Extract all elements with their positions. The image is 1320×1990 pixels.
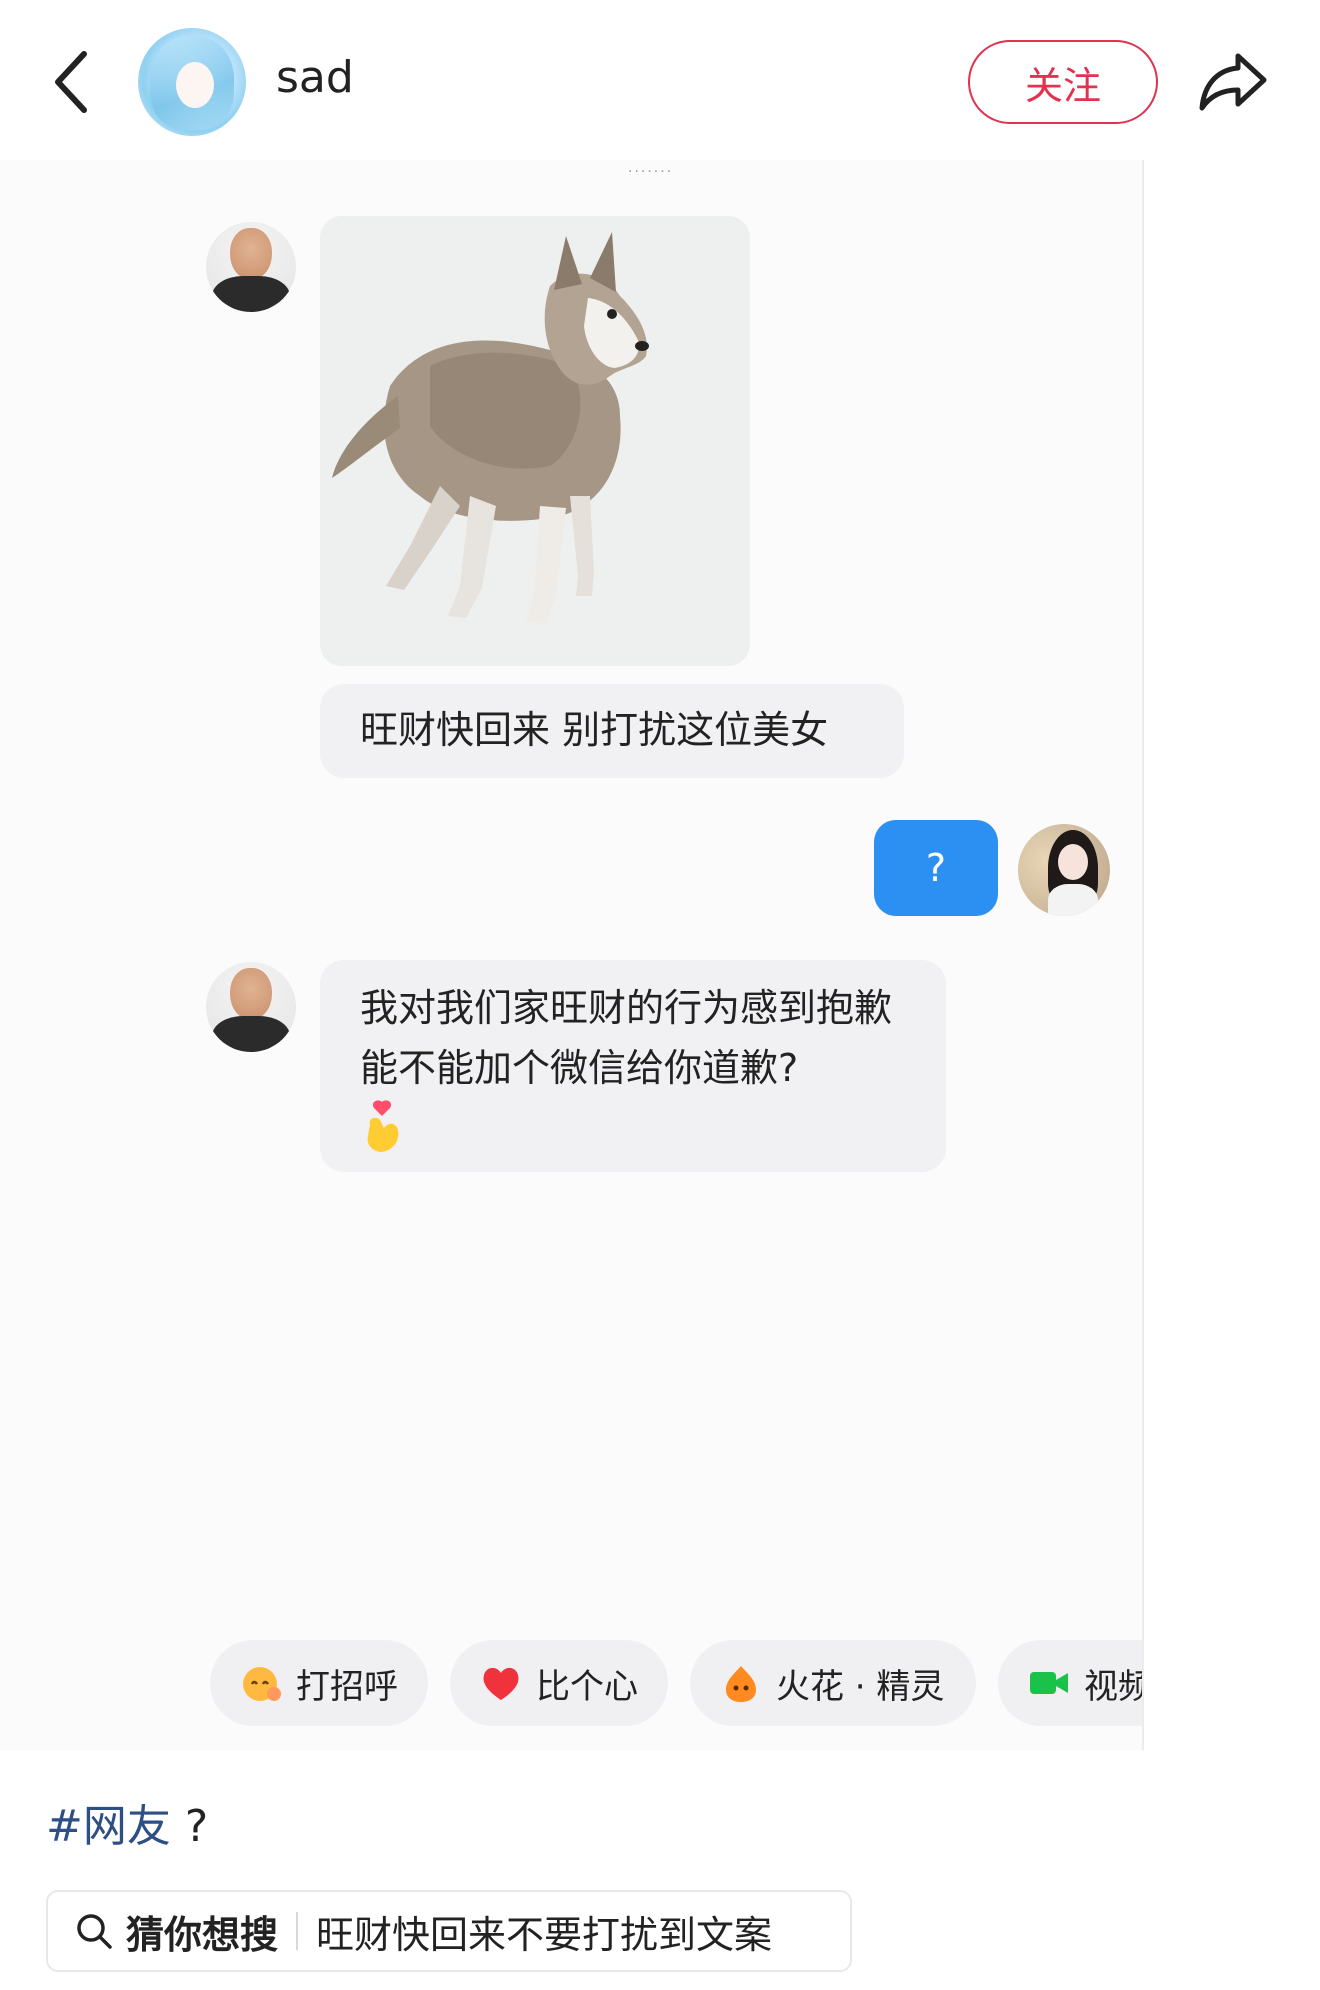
other-user-avatar (206, 222, 296, 312)
top-bar: sad 关注 (0, 0, 1320, 160)
quick-action-bar: 打招呼 比个心 火花 · 精灵 视频 (0, 1640, 1142, 1750)
author-avatar[interactable] (138, 28, 246, 136)
back-button[interactable] (46, 46, 102, 118)
chat-screenshot: ······· 旺财快回来 别打扰这位美女 ? 我对我们家旺财的行为感到抱歉 能… (0, 160, 1142, 1750)
video-icon (1030, 1672, 1068, 1694)
hashtag-link[interactable]: #网友 (46, 1801, 171, 1852)
message-bubble-1: 旺财快回来 别打扰这位美女 (320, 684, 904, 778)
quick-action-label-video: 视频 (1084, 1666, 1142, 1707)
spark-sprite-icon (726, 1666, 756, 1702)
other-user-avatar-2 (206, 962, 296, 1052)
share-arrow-icon (1199, 53, 1267, 111)
my-message-text: ? (925, 846, 947, 890)
search-icon (77, 1914, 112, 1949)
search-suggestion-bar[interactable]: 猜你想搜 旺财快回来不要打扰到文案 (46, 1890, 852, 1972)
search-divider (296, 1912, 299, 1950)
chevron-left-icon (55, 51, 87, 113)
quick-action-heart[interactable]: 比个心 (450, 1640, 668, 1726)
quick-action-label-spark: 火花 · 精灵 (776, 1666, 945, 1707)
dog-image (320, 216, 750, 666)
finger-heart-icon (360, 1100, 404, 1154)
share-button[interactable] (1196, 46, 1270, 118)
screenshot-edge (1142, 160, 1144, 1750)
follow-button[interactable]: 关注 (968, 40, 1158, 124)
author-username[interactable]: sad (276, 52, 354, 103)
search-suggestion-label: 猜你想搜 (126, 1912, 279, 1957)
heart-icon (483, 1667, 519, 1700)
quick-action-wave[interactable]: 打招呼 (210, 1640, 428, 1726)
top-dots: ······· (628, 164, 674, 180)
post-caption: #网友 ? (46, 1790, 208, 1854)
message-bubble-2: 我对我们家旺财的行为感到抱歉 能不能加个微信给你道歉? (320, 960, 946, 1172)
my-message-bubble: ? (874, 820, 998, 916)
dog-image-message (320, 216, 750, 666)
quick-action-label-heart: 比个心 (536, 1666, 638, 1707)
quick-action-spark[interactable]: 火花 · 精灵 (690, 1640, 976, 1726)
search-suggestion-query: 旺财快回来不要打扰到文案 (316, 1912, 773, 1957)
my-avatar (1018, 824, 1110, 916)
message-text-2: 我对我们家旺财的行为感到抱歉 能不能加个微信给你道歉? (360, 986, 893, 1090)
quick-action-label-wave: 打招呼 (296, 1666, 398, 1707)
quick-action-video[interactable]: 视频 (998, 1640, 1142, 1726)
wave-face-icon (243, 1667, 281, 1701)
caption-suffix: ? (170, 1801, 209, 1852)
message-text-1: 旺财快回来 别打扰这位美女 (360, 708, 829, 752)
